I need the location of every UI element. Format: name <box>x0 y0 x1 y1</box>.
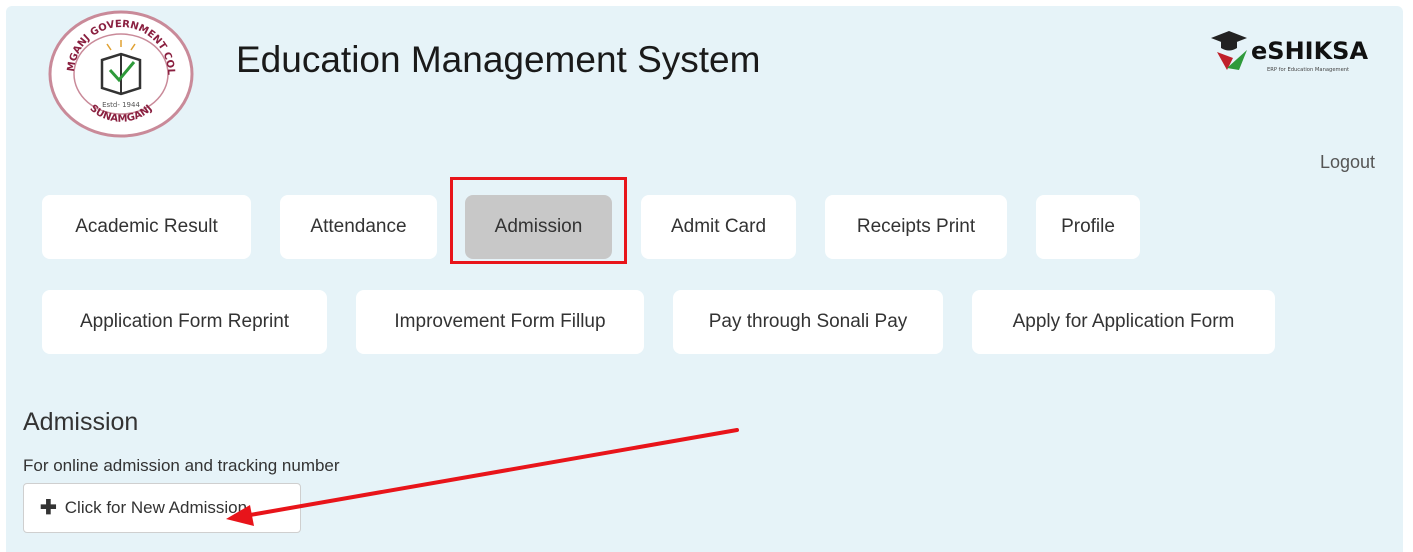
new-admission-label: Click for New Admission <box>64 498 248 517</box>
section-title: Admission <box>23 408 139 436</box>
section-description: For online admission and tracking number <box>23 456 340 475</box>
logo-estd-text: Estd- 1944 <box>102 101 140 109</box>
plus-icon: ✚ <box>40 497 57 519</box>
brand-tagline: ERP for Education Management <box>1267 67 1349 73</box>
nav-improvement-form-fillup-button[interactable]: Improvement Form Fillup <box>356 290 644 354</box>
brand-name: eSHIKSA <box>1251 37 1368 65</box>
graduate-icon <box>1211 31 1247 70</box>
eshiksa-logo: eSHIKSA ERP for Education Management <box>1211 31 1368 73</box>
nav-attendance-button[interactable]: Attendance <box>280 195 437 259</box>
college-logo: SUNAMGANJ GOVERNMENT COLLEGE SUNAMGANJ E… <box>44 10 194 138</box>
logout-link[interactable]: Logout <box>1320 152 1375 173</box>
nav-pay-through-sonali-pay-button[interactable]: Pay through Sonali Pay <box>673 290 943 354</box>
nav-admission-button[interactable]: Admission <box>465 195 612 259</box>
page-title: Education Management System <box>236 39 761 80</box>
nav-receipts-print-button[interactable]: Receipts Print <box>825 195 1007 259</box>
nav-academic-result-button[interactable]: Academic Result <box>42 195 251 259</box>
nav-application-form-reprint-button[interactable]: Application Form Reprint <box>42 290 327 354</box>
new-admission-button[interactable]: ✚ Click for New Admission <box>23 483 301 533</box>
nav-profile-button[interactable]: Profile <box>1036 195 1140 259</box>
nav-apply-for-application-form-button[interactable]: Apply for Application Form <box>972 290 1275 354</box>
nav-admit-card-button[interactable]: Admit Card <box>641 195 796 259</box>
